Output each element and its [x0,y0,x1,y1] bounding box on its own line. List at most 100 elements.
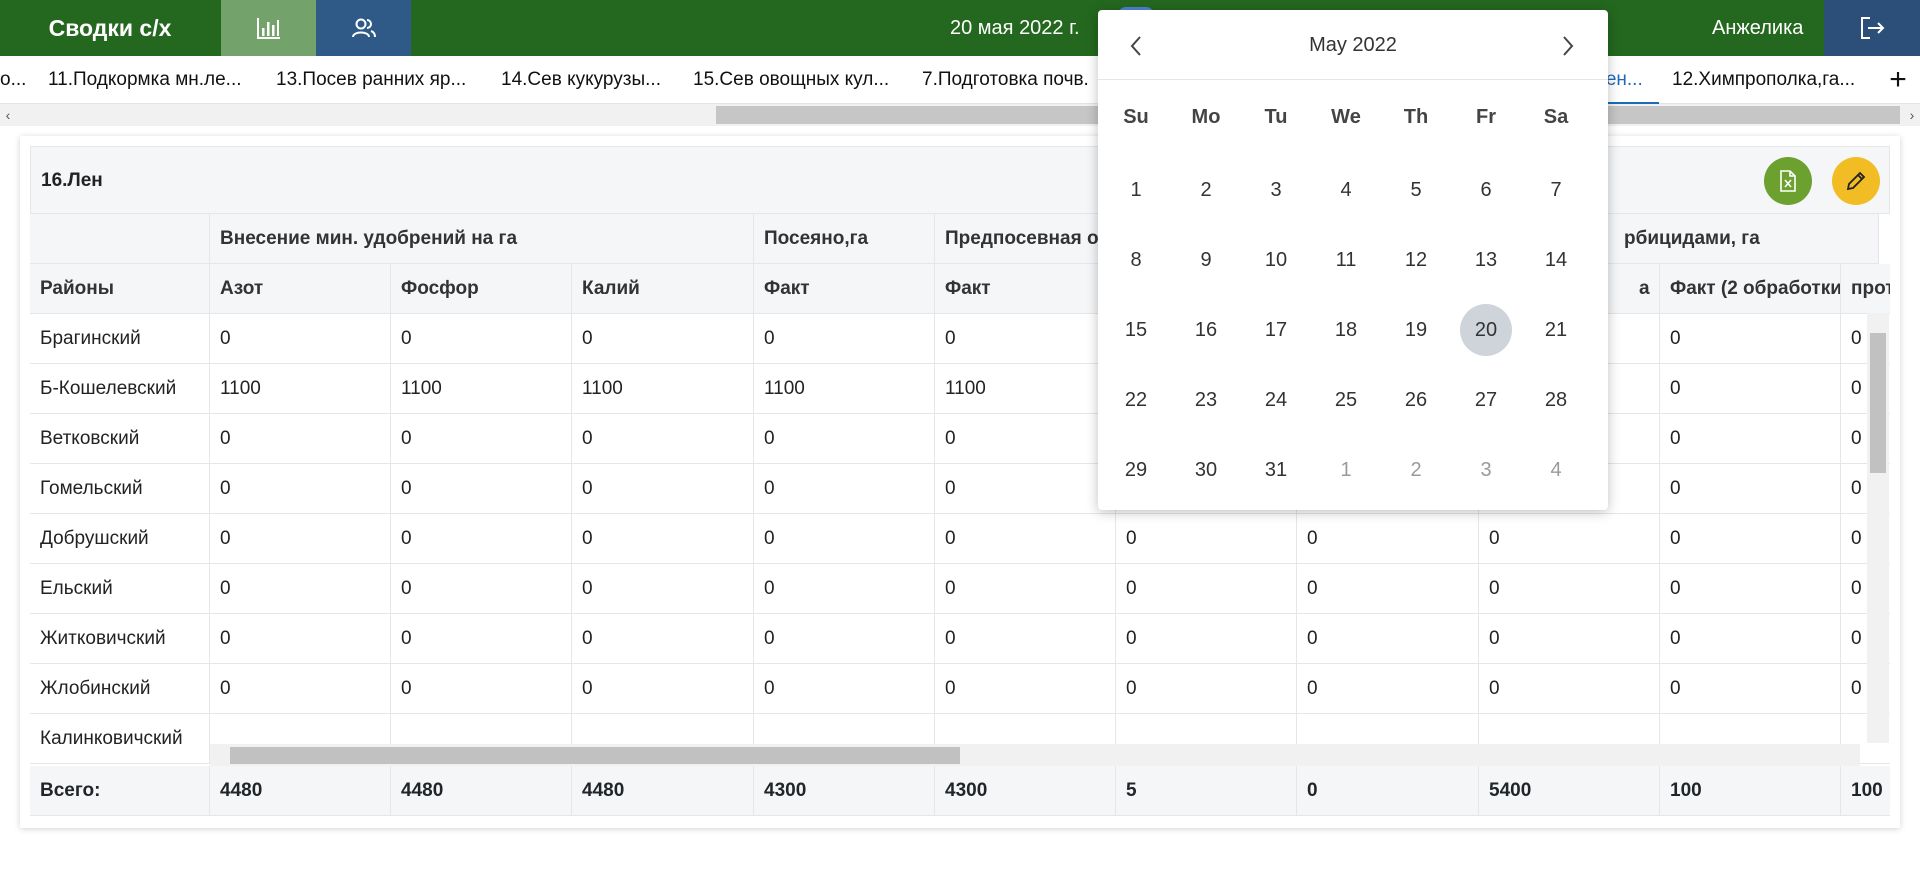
calendar-day[interactable]: 29 [1110,444,1162,496]
calendar-day[interactable]: 4 [1530,444,1582,496]
app-title[interactable]: Сводки с/х [0,0,220,56]
table-cell: 0 [210,514,391,564]
table-cell: 0 [572,564,754,614]
table-cell: 0 [572,464,754,514]
calendar-day[interactable]: 26 [1390,374,1442,426]
nav-reports-button[interactable] [221,0,316,56]
total-cell: 0 [1297,766,1479,816]
table-vertical-scrollbar[interactable] [1867,313,1889,743]
calendar-day[interactable]: 14 [1530,234,1582,286]
column-header: Факт [754,264,935,314]
export-excel-button[interactable] [1764,157,1812,205]
table-cell: 1100 [572,364,754,414]
calendar-day[interactable]: 16 [1180,304,1232,356]
column-header: Калий [572,264,754,314]
calendar-day[interactable]: 7 [1530,164,1582,216]
tab-item[interactable]: 14.Сев кукурузы... [501,56,661,104]
calendar-day[interactable]: 27 [1460,374,1512,426]
table-cell: 0 [1116,664,1297,714]
table-cell: 0 [1297,514,1479,564]
calendar-day[interactable]: 11 [1320,234,1372,286]
calendar-day[interactable]: 15 [1110,304,1162,356]
calendar-day[interactable]: 22 [1110,374,1162,426]
tab-item[interactable]: 12.Химпрополка,га... [1672,56,1855,104]
weekday-label: Fr [1476,106,1496,128]
table-cell: 0 [210,564,391,614]
district-name: Добрушский [30,514,210,564]
tab-item[interactable]: 7.Подготовка почв. [922,56,1089,104]
add-tab-button[interactable]: + [1883,56,1913,104]
table-cell: 0 [391,464,572,514]
calendar-day[interactable]: 19 [1390,304,1442,356]
district-name: Брагинский [30,314,210,364]
scrollbar-thumb[interactable] [230,747,960,764]
report-table: Внесение мин. удобрений на га Посеяно,га… [30,214,1890,822]
calendar-day[interactable]: 17 [1250,304,1302,356]
scrollbar-thumb[interactable] [1870,333,1886,473]
calendar-day[interactable]: 21 [1530,304,1582,356]
table-cell: 1100 [754,364,935,414]
table-cell: 0 [572,314,754,364]
calendar-day[interactable]: 12 [1390,234,1442,286]
edit-button[interactable] [1832,157,1880,205]
column-header: прот [1841,264,1890,314]
calendar-day[interactable]: 3 [1250,164,1302,216]
tab-item[interactable]: о... [0,56,26,104]
column-header: Фосфор [391,264,572,314]
calendar-day[interactable]: 4 [1320,164,1372,216]
calendar-day[interactable]: 1 [1110,164,1162,216]
table-horizontal-scrollbar[interactable] [210,744,1860,766]
weekday-label: Th [1403,106,1429,128]
calendar-day[interactable]: 10 [1250,234,1302,286]
calendar-day[interactable]: 1 [1320,444,1372,496]
tabs-scrollbar[interactable]: ‹ › [0,104,1920,126]
calendar-day[interactable]: 5 [1390,164,1442,216]
month-year-label[interactable]: May 2022 [1098,10,1608,80]
calendar-day[interactable]: 24 [1250,374,1302,426]
scroll-right-arrow[interactable]: › [1904,104,1920,126]
scroll-left-arrow[interactable]: ‹ [0,104,16,126]
next-month-button[interactable] [1554,32,1582,60]
calendar-day[interactable]: 13 [1460,234,1512,286]
report-title: 16.Лен [41,170,103,191]
calendar-day-selected[interactable]: 20 [1460,304,1512,356]
calendar-day[interactable]: 18 [1320,304,1372,356]
excel-file-icon [1780,170,1796,192]
calendar-day[interactable]: 6 [1460,164,1512,216]
table-cell: 0 [754,314,935,364]
table-cell: 0 [210,314,391,364]
logout-button[interactable] [1824,0,1920,56]
total-cell: 4480 [210,766,391,816]
total-cell: 4480 [391,766,572,816]
current-date[interactable]: 20 мая 2022 г. [950,0,1080,56]
calendar-day[interactable]: 28 [1530,374,1582,426]
group-header-empty [30,214,210,264]
calendar-day[interactable]: 25 [1320,374,1372,426]
tab-item[interactable]: 11.Подкормка мн.ле... [48,56,242,104]
chevron-right-icon [1563,36,1574,56]
calendar-day[interactable]: 3 [1460,444,1512,496]
group-header: Внесение мин. удобрений на га [210,214,754,264]
table-cell: 0 [1297,564,1479,614]
calendar-day[interactable]: 2 [1390,444,1442,496]
user-name: Анжелика [1712,17,1804,39]
weekday-label: Mo [1191,106,1221,128]
column-header: Факт (2 обработки) [1660,264,1841,314]
table-cell: 0 [935,614,1116,664]
calendar-day[interactable]: 31 [1250,444,1302,496]
nav-users-button[interactable] [316,0,411,56]
column-header: Азот [210,264,391,314]
tab-item[interactable]: 15.Сев овощных кул... [693,56,889,104]
table-cell: 0 [572,414,754,464]
prev-month-button[interactable] [1122,32,1150,60]
table-cell: 0 [210,414,391,464]
calendar-day[interactable]: 8 [1110,234,1162,286]
calendar-day[interactable]: 23 [1180,374,1232,426]
calendar-day[interactable]: 30 [1180,444,1232,496]
calendar-day[interactable]: 2 [1180,164,1232,216]
total-cell: 4480 [572,766,754,816]
chevron-left-icon [1130,36,1141,56]
calendar-day[interactable]: 9 [1180,234,1232,286]
table-cell: 1100 [935,364,1116,414]
tab-item[interactable]: 13.Посев ранних яр... [276,56,466,104]
